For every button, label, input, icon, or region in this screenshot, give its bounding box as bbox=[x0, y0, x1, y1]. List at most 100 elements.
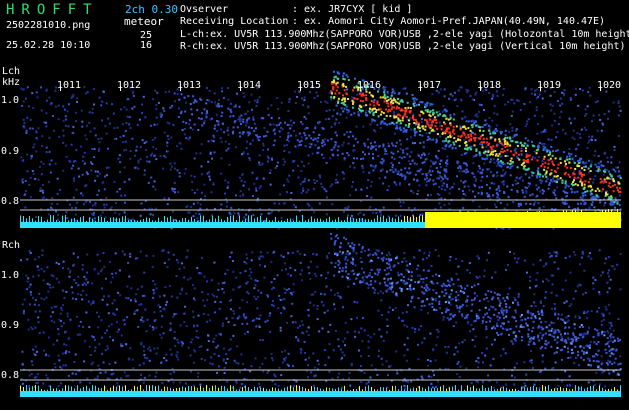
trace-speck bbox=[453, 137, 456, 140]
trace-speck bbox=[352, 102, 354, 105]
trace-speck bbox=[431, 302, 434, 305]
noise-speck bbox=[62, 260, 65, 263]
trace-speck bbox=[366, 282, 369, 285]
trace-speck bbox=[466, 295, 469, 298]
noise-speck bbox=[129, 127, 132, 129]
noise-speck bbox=[485, 146, 488, 149]
noise-speck bbox=[474, 114, 477, 117]
trace-speck bbox=[486, 175, 488, 178]
noise-speck bbox=[208, 89, 211, 92]
trace-speck bbox=[532, 326, 535, 329]
noise-speck bbox=[273, 202, 276, 205]
trace-speck bbox=[441, 290, 444, 293]
trace-speck bbox=[579, 345, 582, 348]
noise-speck bbox=[177, 107, 180, 110]
noise-speck bbox=[600, 274, 603, 277]
trace-speck bbox=[565, 195, 568, 197]
trace-speck bbox=[568, 161, 571, 164]
noise-speck bbox=[128, 275, 131, 278]
trace-speck bbox=[466, 164, 469, 167]
noise-speck bbox=[78, 175, 81, 178]
trace-speck bbox=[238, 105, 241, 108]
noise-speck bbox=[459, 125, 462, 128]
noise-speck bbox=[250, 271, 253, 274]
trace-speck bbox=[298, 140, 301, 143]
noise-speck bbox=[56, 203, 59, 205]
trace-speck bbox=[372, 101, 375, 104]
trace-speck bbox=[465, 152, 468, 155]
noise-speck bbox=[229, 308, 232, 311]
noise-speck bbox=[181, 262, 183, 265]
noise-speck bbox=[30, 360, 33, 363]
noise-speck bbox=[544, 148, 547, 151]
noise-speck bbox=[41, 189, 44, 192]
noise-speck bbox=[81, 289, 84, 292]
noise-speck bbox=[534, 305, 537, 307]
trace-speck bbox=[523, 161, 525, 164]
noise-speck bbox=[524, 125, 527, 128]
noise-speck bbox=[266, 155, 269, 158]
noise-speck bbox=[410, 151, 413, 154]
noise-speck bbox=[269, 169, 272, 172]
noise-speck bbox=[528, 176, 531, 179]
noise-speck bbox=[21, 178, 24, 181]
noise-speck bbox=[337, 294, 340, 297]
noise-speck bbox=[595, 371, 598, 374]
trace-speck bbox=[383, 117, 386, 120]
noise-speck bbox=[54, 105, 57, 108]
noise-speck bbox=[152, 185, 155, 188]
trace-speck bbox=[445, 110, 448, 113]
noise-speck bbox=[457, 298, 460, 301]
noise-speck bbox=[212, 134, 215, 137]
noise-speck bbox=[224, 140, 227, 143]
noise-speck bbox=[31, 328, 34, 331]
trace-speck bbox=[370, 100, 373, 102]
trace-speck bbox=[536, 159, 539, 162]
noise-speck bbox=[85, 124, 88, 127]
noise-speck bbox=[346, 88, 348, 91]
noise-speck bbox=[285, 288, 288, 291]
noise-speck bbox=[442, 316, 445, 319]
noise-speck bbox=[270, 261, 273, 264]
noise-speck bbox=[191, 338, 194, 341]
noise-speck bbox=[60, 306, 63, 309]
noise-speck bbox=[290, 274, 292, 277]
noise-speck bbox=[377, 292, 380, 295]
noise-speck bbox=[37, 304, 40, 307]
trace-speck bbox=[363, 142, 366, 145]
noise-speck bbox=[99, 270, 102, 273]
noise-speck bbox=[40, 297, 43, 300]
noise-speck bbox=[142, 320, 145, 323]
noise-speck bbox=[143, 169, 146, 172]
trace-speck bbox=[487, 315, 490, 318]
noise-speck bbox=[378, 328, 381, 331]
noise-speck bbox=[155, 107, 158, 110]
noise-speck bbox=[58, 281, 60, 284]
trace-speck bbox=[340, 102, 343, 105]
noise-speck bbox=[199, 383, 202, 386]
noise-speck bbox=[190, 341, 193, 344]
noise-speck bbox=[160, 115, 163, 118]
trace-speck bbox=[597, 360, 600, 363]
trace-speck bbox=[365, 104, 368, 107]
noise-speck bbox=[186, 205, 189, 208]
trace-speck bbox=[417, 264, 420, 267]
trace-speck bbox=[596, 329, 599, 332]
trace-speck bbox=[308, 134, 311, 137]
noise-speck bbox=[493, 338, 496, 341]
trace-speck bbox=[419, 156, 422, 159]
noise-speck bbox=[262, 370, 265, 373]
trace-speck bbox=[597, 168, 600, 171]
noise-speck bbox=[205, 280, 208, 283]
noise-speck bbox=[207, 334, 210, 337]
trace-speck bbox=[556, 167, 559, 170]
trace-speck bbox=[489, 317, 492, 320]
trace-speck bbox=[538, 175, 541, 178]
noise-speck bbox=[342, 340, 345, 343]
noise-speck bbox=[205, 87, 208, 89]
noise-speck bbox=[155, 147, 158, 150]
trace-speck bbox=[445, 137, 448, 140]
noise-speck bbox=[200, 143, 203, 146]
noise-speck bbox=[574, 315, 577, 318]
noise-speck bbox=[397, 271, 399, 274]
